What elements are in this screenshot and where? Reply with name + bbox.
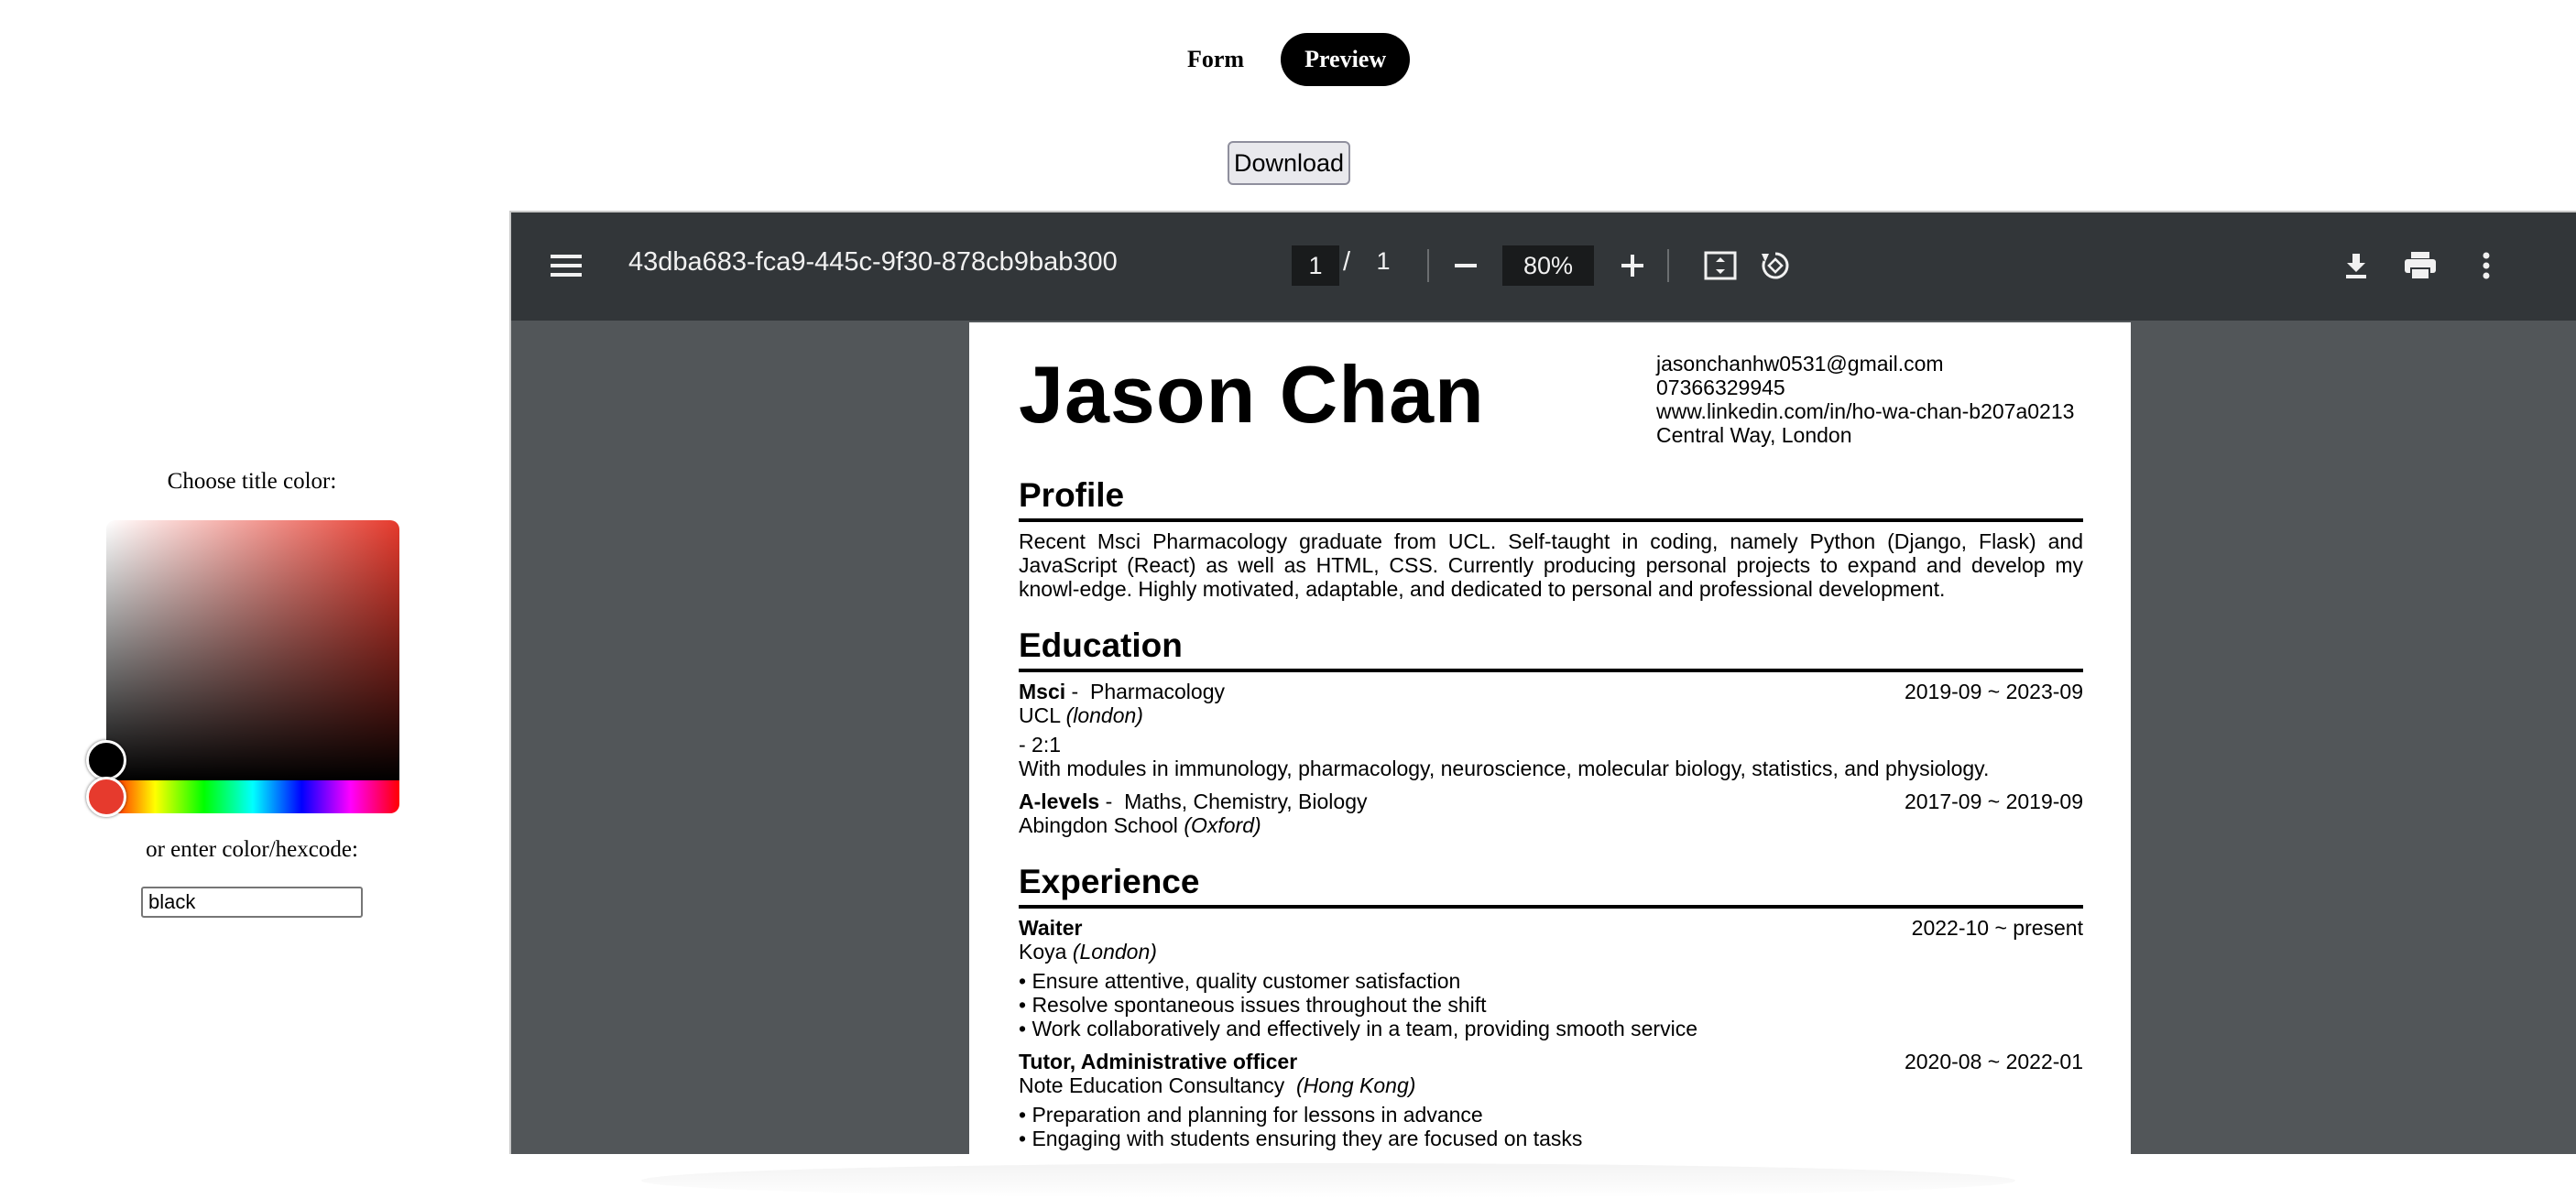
separator: - bbox=[1065, 680, 1090, 703]
download-icon[interactable] bbox=[2334, 244, 2378, 288]
title-color-label: Choose title color: bbox=[167, 469, 337, 494]
education-dates: 2017-09 ~ 2019-09 bbox=[1904, 790, 2083, 813]
org-place: (Hong Kong) bbox=[1296, 1073, 1416, 1097]
separator: - bbox=[1099, 790, 1125, 813]
resume-page: Jason Chan jasonchanhw0531@gmail.com 073… bbox=[969, 322, 2131, 1154]
section-title-profile: Profile bbox=[1019, 476, 1125, 514]
school-place: (Oxford) bbox=[1184, 813, 1261, 837]
section-rule bbox=[1019, 905, 2083, 909]
school-name: UCL bbox=[1019, 703, 1061, 727]
education-school: UCL (london) bbox=[1019, 703, 2083, 727]
page-total: 1 bbox=[1376, 247, 1391, 275]
tab-preview[interactable]: Preview bbox=[1281, 33, 1411, 86]
hexcode-input[interactable] bbox=[141, 887, 363, 918]
saturation-area[interactable] bbox=[106, 520, 399, 780]
section-title-education: Education bbox=[1019, 626, 1183, 664]
document-title: 43dba683-fca9-445c-9f30-878cb9bab300 bbox=[628, 247, 1118, 277]
profile-text: Recent Msci Pharmacology graduate from U… bbox=[1019, 529, 2083, 601]
org-name: Koya bbox=[1019, 940, 1067, 964]
more-options-icon[interactable] bbox=[2464, 244, 2508, 288]
experience-bullet: • Resolve spontaneous issues throughout … bbox=[1019, 993, 1487, 1017]
experience-bullet: • Preparation and planning for lessons i… bbox=[1019, 1103, 1483, 1127]
degree: Msci bbox=[1019, 680, 1066, 703]
hexcode-label: or enter color/hexcode: bbox=[146, 837, 358, 862]
education-grade: - 2:1 bbox=[1019, 733, 1062, 757]
contact-block: jasonchanhw0531@gmail.com 07366329945 ww… bbox=[1656, 352, 2074, 447]
page-shadow bbox=[641, 1163, 2015, 1198]
zoom-out-icon[interactable] bbox=[1444, 244, 1488, 288]
experience-bullet: • Ensure attentive, quality customer sat… bbox=[1019, 969, 1461, 993]
rotate-icon[interactable] bbox=[1753, 244, 1797, 288]
resume-name: Jason Chan bbox=[1019, 349, 1485, 440]
contact-email: jasonchanhw0531@gmail.com bbox=[1656, 352, 1944, 376]
toolbar-divider bbox=[1667, 249, 1669, 282]
pdf-viewer: 43dba683-fca9-445c-9f30-878cb9bab300 1 /… bbox=[509, 211, 2576, 1154]
view-tabs: Form Preview bbox=[1163, 33, 1411, 86]
contact-phone: 07366329945 bbox=[1656, 376, 1785, 399]
subject: Maths, Chemistry, Biology bbox=[1124, 790, 1368, 813]
experience-bullet: • Work collaboratively and effectively i… bbox=[1019, 1017, 1697, 1040]
zoom-level[interactable]: 80% bbox=[1502, 245, 1594, 286]
page-separator: / bbox=[1343, 247, 1351, 277]
hue-slider[interactable] bbox=[106, 780, 399, 813]
contact-location: Central Way, London bbox=[1656, 423, 1852, 447]
toolbar-divider bbox=[1427, 249, 1429, 282]
degree: A-levels bbox=[1019, 790, 1100, 813]
download-button[interactable]: Download bbox=[1228, 141, 1350, 185]
zoom-in-icon[interactable] bbox=[1610, 244, 1654, 288]
page-number-input[interactable]: 1 bbox=[1292, 245, 1339, 286]
experience-dates: 2020-08 ~ 2022-01 bbox=[1904, 1050, 2083, 1073]
education-dates: 2019-09 ~ 2023-09 bbox=[1904, 680, 2083, 703]
education-school: Abingdon School (Oxford) bbox=[1019, 813, 2083, 837]
pdf-toolbar: 43dba683-fca9-445c-9f30-878cb9bab300 1 /… bbox=[511, 212, 2576, 321]
experience-org: Note Education Consultancy (Hong Kong) bbox=[1019, 1073, 2083, 1097]
education-note: With modules in immunology, pharmacology… bbox=[1019, 757, 1990, 780]
contact-linkedin: www.linkedin.com/in/ho-wa-chan-b207a0213 bbox=[1656, 399, 2075, 423]
org-place: (London) bbox=[1072, 940, 1157, 964]
experience-bullet: • Engaging with students ensuring they a… bbox=[1019, 1127, 1583, 1150]
experience-org: Koya (London) bbox=[1019, 940, 2083, 964]
tab-form[interactable]: Form bbox=[1163, 33, 1268, 86]
section-rule bbox=[1019, 669, 2083, 672]
fit-page-icon[interactable] bbox=[1698, 244, 1742, 288]
menu-icon[interactable] bbox=[544, 244, 588, 288]
section-rule bbox=[1019, 518, 2083, 522]
subject: Pharmacology bbox=[1089, 680, 1226, 703]
school-name: Abingdon School bbox=[1019, 813, 1178, 837]
hue-handle[interactable] bbox=[86, 777, 126, 817]
experience-dates: 2022-10 ~ present bbox=[1911, 916, 2083, 940]
saturation-handle[interactable] bbox=[86, 740, 126, 780]
section-title-experience: Experience bbox=[1019, 863, 1200, 900]
school-place: (london) bbox=[1065, 703, 1143, 727]
org-name: Note Education Consultancy bbox=[1019, 1073, 1285, 1097]
print-icon[interactable] bbox=[2398, 244, 2442, 288]
